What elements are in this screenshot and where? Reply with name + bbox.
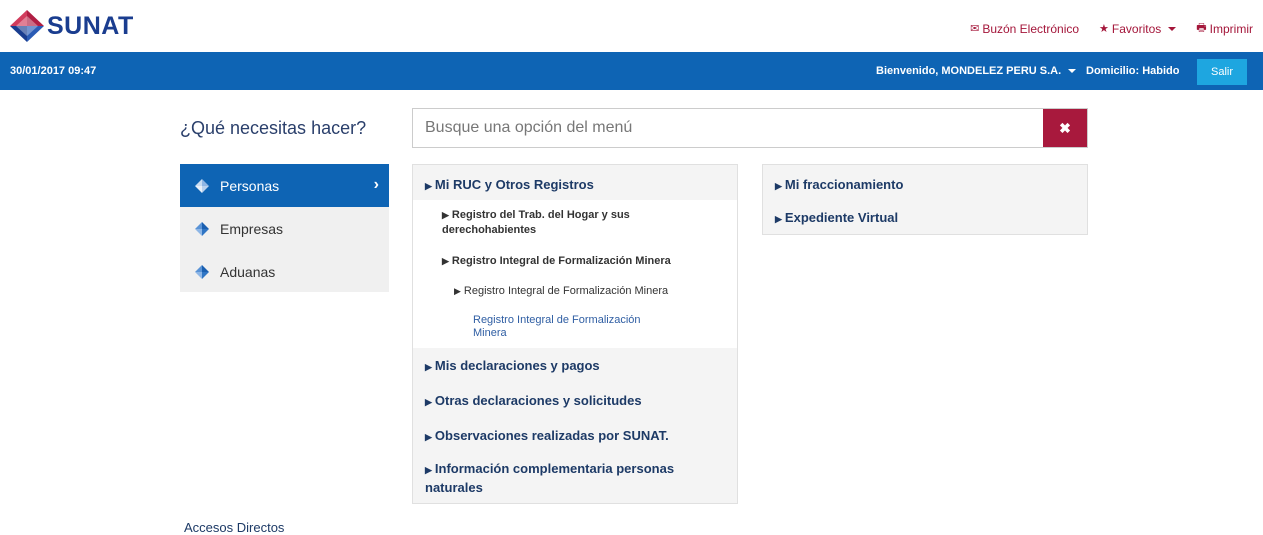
favoritos-dropdown[interactable]: ★ Favoritos: [1099, 19, 1177, 38]
sunat-diamond-icon: [194, 264, 210, 280]
imprimir-label: Imprimir: [1209, 21, 1253, 36]
triangle-right-icon: ▶: [775, 181, 782, 191]
nav-item-aduanas[interactable]: Aduanas: [180, 250, 389, 293]
nav-label: Personas: [220, 177, 280, 194]
nav-item-empresas[interactable]: Empresas: [180, 207, 389, 250]
leaf-link-registro-minera[interactable]: Registro Integral de Formalización Miner…: [473, 314, 673, 340]
buzon-label: Buzón Electrónico: [982, 21, 1080, 36]
user-bar: 30/01/2017 09:47 Bienvenido, MONDELEZ PE…: [0, 52, 1263, 90]
nav-label: Aduanas: [220, 263, 276, 280]
menu-panel-right: ▶ Mi fraccionamiento ▶ Expediente Virtual: [762, 164, 1088, 235]
menu-section-expediente-virtual[interactable]: ▶ Expediente Virtual: [775, 209, 898, 228]
menu-panel: ▶ Mi RUC y Otros Registros ▶ Registro del …: [412, 164, 738, 504]
submenu-registro-minera-level3[interactable]: ▶ Registro Integral de Formalización Mine…: [454, 284, 668, 299]
menu-section-observaciones[interactable]: ▶ Observaciones realizadas por SUNAT.: [425, 427, 669, 446]
menu-section-declaraciones[interactable]: ▶ Mis declaraciones y pagos: [425, 357, 600, 376]
sunat-diamond-icon: [194, 221, 210, 237]
envelope-icon: ✉: [970, 23, 980, 35]
category-nav: Personas › Empresas Aduanas: [180, 164, 389, 292]
welcome-label: Bienvenido, MONDELEZ PERU S.A.: [876, 65, 1062, 77]
menu-section-otras-declaraciones[interactable]: ▶ Otras declaraciones y solicitudes: [425, 392, 642, 411]
printer-icon: 🖶: [1196, 22, 1207, 34]
star-icon: ★: [1099, 23, 1109, 35]
submenu-registro-trab-hogar[interactable]: ▶ Registro del Trab. del Hogar y sus dere…: [442, 208, 712, 238]
search-input[interactable]: [413, 109, 1043, 147]
triangle-right-icon: ▶: [425, 362, 432, 372]
clear-search-button[interactable]: ✖: [1043, 109, 1087, 147]
triangle-right-icon: ▶: [425, 432, 432, 442]
datetime: 30/01/2017 09:47: [10, 65, 97, 77]
search-box: ✖: [412, 108, 1088, 148]
salir-button[interactable]: Salir: [1197, 59, 1247, 85]
welcome-dropdown[interactable]: Bienvenido, MONDELEZ PERU S.A.: [876, 65, 1077, 77]
nav-label: Empresas: [220, 220, 284, 237]
triangle-right-icon: ▶: [425, 181, 432, 191]
triangle-right-icon: ▶: [454, 286, 461, 296]
top-header: SUNAT ✉ Buzón Electrónico ★ Favoritos 🖶 …: [0, 0, 1263, 52]
triangle-right-icon: ▶: [425, 397, 432, 407]
chevron-down-icon: [1068, 69, 1077, 74]
sunat-diamond-icon: [194, 178, 210, 194]
nav-item-personas[interactable]: Personas ›: [180, 164, 389, 207]
favoritos-label: Favoritos: [1111, 21, 1162, 36]
menu-section-mi-ruc[interactable]: ▶ Mi RUC y Otros Registros: [425, 176, 594, 195]
triangle-right-icon: ▶: [425, 465, 432, 475]
search-question: ¿Qué necesitas hacer?: [180, 118, 367, 138]
chevron-down-icon: [1168, 26, 1177, 31]
sunat-logo-icon: [10, 10, 44, 42]
logo-text: SUNAT: [47, 11, 134, 40]
domicilio-status: Domicilio: Habido: [1086, 65, 1180, 77]
menu-section-fraccionamiento[interactable]: ▶ Mi fraccionamiento: [775, 176, 903, 195]
imprimir-link[interactable]: 🖶 Imprimir: [1196, 19, 1253, 38]
chevron-right-icon: ›: [373, 176, 379, 193]
submenu-registro-minera[interactable]: ▶ Registro Integral de Formalización Mine…: [442, 254, 671, 269]
menu-section-informacion-complementaria[interactable]: ▶ Información complementaria personas nat…: [425, 460, 725, 496]
buzon-electronico-link[interactable]: ✉ Buzón Electrónico: [970, 19, 1079, 38]
triangle-right-icon: ▶: [442, 256, 449, 266]
close-icon: ✖: [1059, 119, 1071, 136]
triangle-right-icon: ▶: [442, 210, 449, 220]
sunat-logo[interactable]: SUNAT: [8, 8, 134, 44]
header-links: ✉ Buzón Electrónico ★ Favoritos 🖶 Imprim…: [970, 19, 1253, 38]
triangle-right-icon: ▶: [775, 214, 782, 224]
